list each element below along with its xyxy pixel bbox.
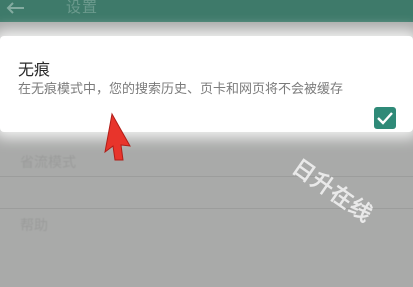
- arrow-left-icon[interactable]: [4, 1, 26, 15]
- pointer-cursor-icon: [104, 112, 131, 161]
- incognito-setting-row[interactable]: 无痕 在无痕模式中，您的搜索历史、页卡和网页将不会被缓存: [0, 36, 413, 132]
- incognito-checkbox[interactable]: [374, 107, 396, 129]
- page-title: 设置: [66, 0, 99, 16]
- settings-row-label[interactable]: 帮助: [20, 215, 48, 235]
- checkmark-icon: [377, 112, 393, 125]
- setting-description: 在无痕模式中，您的搜索历史、页卡和网页将不会被缓存: [18, 82, 344, 97]
- app-bar: 设置: [0, 0, 413, 22]
- watermark: 日升在线: [287, 154, 377, 229]
- setting-title: 无痕: [18, 60, 51, 79]
- divider: [0, 176, 413, 177]
- settings-row-label[interactable]: 省流模式: [20, 152, 76, 172]
